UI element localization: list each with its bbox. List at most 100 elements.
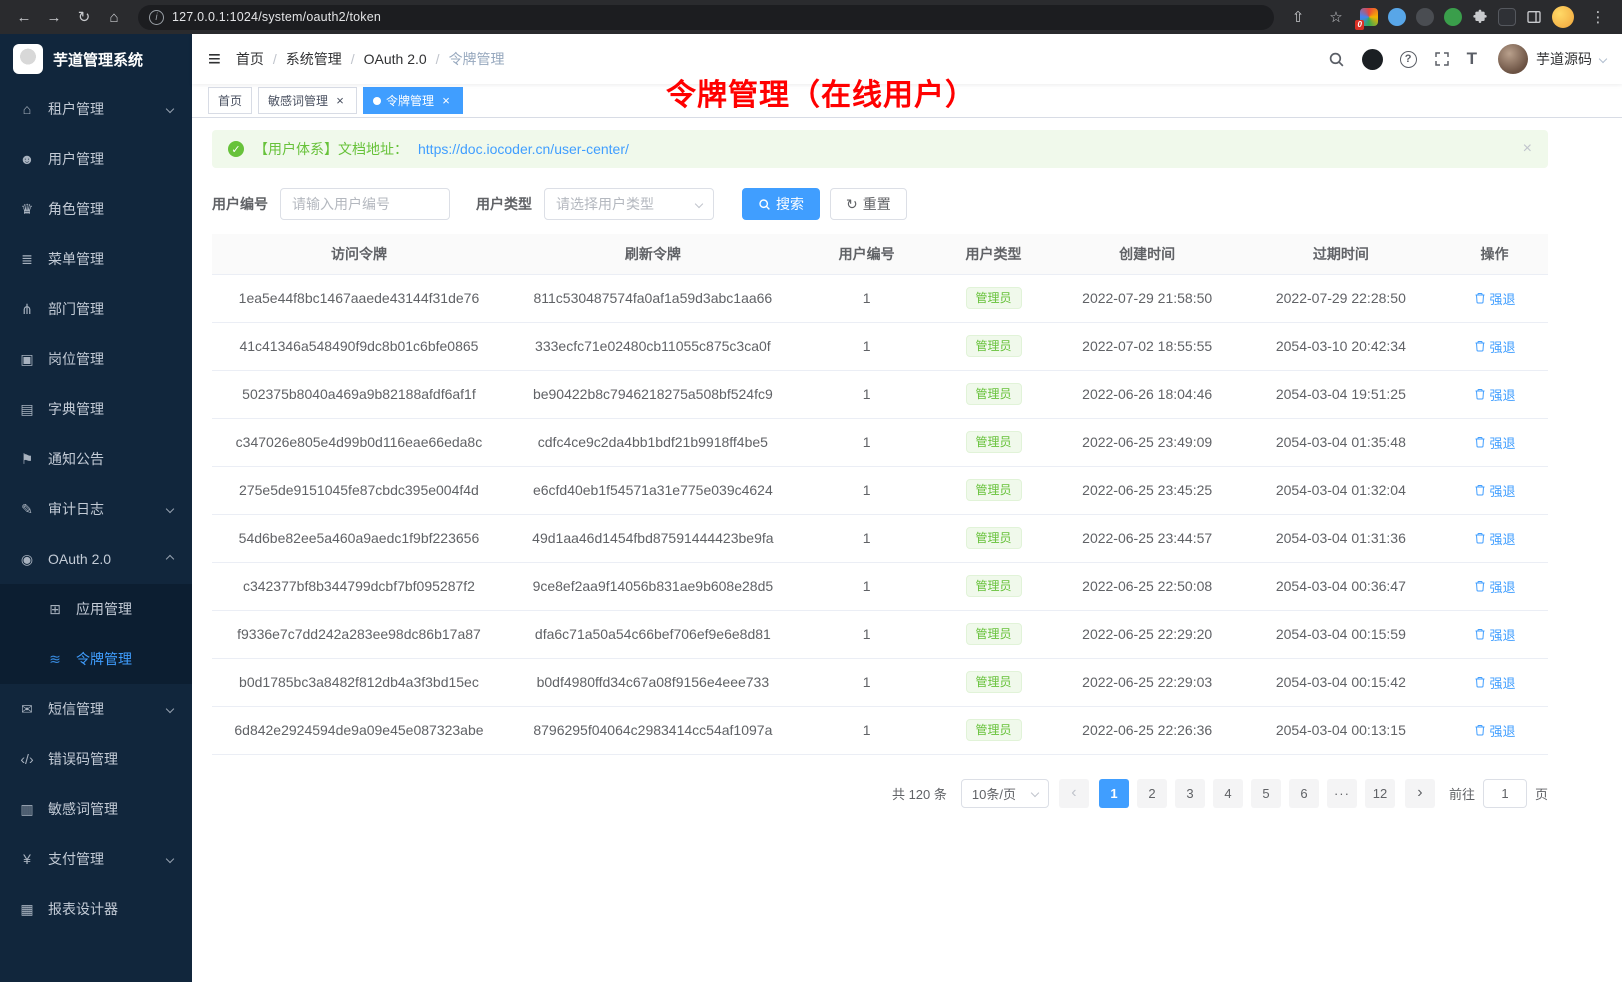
pagination-next-button[interactable]: › [1405, 779, 1435, 808]
forward-button[interactable]: → [40, 3, 68, 31]
help-icon[interactable]: ? [1400, 51, 1417, 68]
tab-home[interactable]: 首页 [208, 87, 252, 114]
search-icon[interactable] [1328, 51, 1345, 68]
pagination-page-4[interactable]: 4 [1213, 779, 1243, 808]
pagination-prev-button[interactable]: ‹ [1059, 779, 1089, 808]
side-panel-icon[interactable] [1526, 9, 1542, 25]
back-button[interactable]: ← [10, 3, 38, 31]
sidebar-item-oauth2[interactable]: ◉OAuth 2.0 [0, 534, 192, 584]
force-logout-button[interactable]: 强退 [1474, 385, 1516, 404]
force-logout-button[interactable]: 强退 [1474, 433, 1516, 452]
sidebar-item-pay[interactable]: ¥支付管理 [0, 834, 192, 884]
pagination-page-2[interactable]: 2 [1137, 779, 1167, 808]
force-logout-button[interactable]: 强退 [1474, 577, 1516, 596]
sidebar-item-notice[interactable]: ⚑通知公告 [0, 434, 192, 484]
filter-form: 用户编号 用户类型 请选择用户类型 搜索 ↻ 重置 [212, 188, 1548, 220]
sidebar-item-oauth2-token[interactable]: ≋令牌管理 [0, 634, 192, 684]
sidebar-item-dept[interactable]: ⋔部门管理 [0, 284, 192, 334]
share-icon[interactable]: ⇧ [1284, 3, 1312, 31]
font-size-icon[interactable]: T [1467, 49, 1477, 69]
pagination-page-6[interactable]: 6 [1289, 779, 1319, 808]
browser-menu-icon[interactable]: ⋮ [1584, 3, 1612, 31]
user-id-input[interactable] [280, 188, 450, 220]
tab-close-icon[interactable]: × [333, 94, 347, 108]
user-type-cell: 管理员 [933, 418, 1053, 466]
user-type-select[interactable]: 请选择用户类型 [544, 188, 714, 220]
sidebar-item-dict[interactable]: ▤字典管理 [0, 384, 192, 434]
column-header: 刷新令牌 [506, 234, 800, 274]
created-time-cell: 2022-06-25 22:29:03 [1054, 658, 1241, 706]
sidebar-item-post[interactable]: ▣岗位管理 [0, 334, 192, 384]
reset-button[interactable]: ↻ 重置 [830, 188, 907, 220]
navbar-actions: ? T 芋道源码 [1328, 44, 1606, 74]
force-logout-button[interactable]: 强退 [1474, 481, 1516, 500]
force-logout-button[interactable]: 强退 [1474, 721, 1516, 740]
breadcrumb-item[interactable]: 首页 [236, 49, 264, 69]
reload-button[interactable]: ↻ [70, 3, 98, 31]
expire-time-cell: 2022-07-29 22:28:50 [1241, 274, 1441, 322]
force-logout-button[interactable]: 强退 [1474, 337, 1516, 356]
extension-pinned-icon[interactable] [1498, 8, 1516, 26]
pagination-page-3[interactable]: 3 [1175, 779, 1205, 808]
user-type-tag: 管理员 [966, 431, 1022, 453]
sidebar-item-oauth2-app[interactable]: ⊞应用管理 [0, 584, 192, 634]
force-logout-button[interactable]: 强退 [1474, 673, 1516, 692]
bookmark-star-icon[interactable]: ☆ [1322, 3, 1350, 31]
user-type-cell: 管理员 [933, 514, 1053, 562]
extension-green-icon[interactable] [1444, 8, 1462, 26]
access-token-cell: c342377bf8b344799dcbf7bf095287f2 [212, 562, 506, 610]
force-logout-button[interactable]: 强退 [1474, 289, 1516, 308]
extension-dark-icon[interactable] [1416, 8, 1434, 26]
alert-close-icon[interactable]: × [1523, 140, 1532, 158]
sidebar-item-user[interactable]: ☻用户管理 [0, 134, 192, 184]
force-logout-label: 强退 [1490, 433, 1516, 452]
sidebar-item-report-designer[interactable]: ▦报表设计器 [0, 884, 192, 934]
pagination: 共 120 条 10条/页 ‹ 123456···12 › 前往 页 [212, 779, 1548, 808]
search-button[interactable]: 搜索 [742, 188, 820, 220]
extension-colorful-icon[interactable]: 0 [1360, 8, 1378, 26]
page-size-select[interactable]: 10条/页 [961, 779, 1049, 808]
force-logout-button[interactable]: 强退 [1474, 625, 1516, 644]
pagination-page-5[interactable]: 5 [1251, 779, 1281, 808]
refresh-token-cell: e6cfd40eb1f54571a31e775e039c4624 [506, 466, 800, 514]
breadcrumb-item[interactable]: OAuth 2.0 [364, 51, 427, 67]
page-size-value: 10条/页 [972, 784, 1016, 803]
pagination-pages: 123456···12 [1099, 779, 1395, 808]
tab-token[interactable]: 令牌管理× [363, 87, 463, 114]
user-type-tag: 管理员 [966, 335, 1022, 357]
tab-close-icon[interactable]: × [439, 94, 453, 108]
breadcrumb-item: 令牌管理 [449, 49, 505, 69]
doc-link[interactable]: https://doc.iocoder.cn/user-center/ [418, 141, 629, 157]
force-logout-button[interactable]: 强退 [1474, 529, 1516, 548]
sidebar-item-role[interactable]: ♛角色管理 [0, 184, 192, 234]
sidebar-item-error-code[interactable]: ‹/›错误码管理 [0, 734, 192, 784]
site-info-icon[interactable]: i [149, 10, 164, 25]
user-type-tag: 管理员 [966, 575, 1022, 597]
address-bar[interactable]: i 127.0.0.1:1024/system/oauth2/token [138, 5, 1274, 30]
fullscreen-icon[interactable] [1434, 51, 1450, 67]
user-id-cell: 1 [800, 514, 934, 562]
pagination-page-12[interactable]: 12 [1365, 779, 1395, 808]
sidebar-item-sensitive-word[interactable]: ▥敏感词管理 [0, 784, 192, 834]
extensions-puzzle-icon[interactable] [1472, 9, 1488, 25]
sidebar-item-tenant[interactable]: ⌂租户管理 [0, 84, 192, 134]
goto-page-input[interactable] [1483, 779, 1527, 808]
tab-sensitive-word[interactable]: 敏感词管理× [258, 87, 357, 114]
sidebar-item-sms[interactable]: ✉短信管理 [0, 684, 192, 734]
pagination-more-icon[interactable]: ··· [1327, 779, 1357, 808]
user-menu[interactable]: 芋道源码 [1498, 44, 1606, 74]
extension-blue-icon[interactable] [1388, 8, 1406, 26]
home-button[interactable]: ⌂ [100, 3, 128, 31]
page-content: ✓ 【用户体系】文档地址： https://doc.iocoder.cn/use… [192, 118, 1622, 982]
browser-profile-avatar[interactable] [1552, 6, 1574, 28]
force-logout-label: 强退 [1490, 481, 1516, 500]
sidebar-toggle-icon[interactable]: ≡ [208, 48, 221, 70]
breadcrumb-item[interactable]: 系统管理 [286, 49, 342, 69]
pagination-page-1[interactable]: 1 [1099, 779, 1129, 808]
sidebar-item-menu[interactable]: ≣菜单管理 [0, 234, 192, 284]
access-token-cell: 41c41346a548490f9dc8b01c6bfe0865 [212, 322, 506, 370]
menu-list-icon: ≣ [19, 251, 35, 268]
sidebar-item-audit-log[interactable]: ✎审计日志 [0, 484, 192, 534]
app-logo[interactable]: 芋道管理系统 [0, 34, 192, 84]
github-icon[interactable] [1362, 49, 1383, 70]
